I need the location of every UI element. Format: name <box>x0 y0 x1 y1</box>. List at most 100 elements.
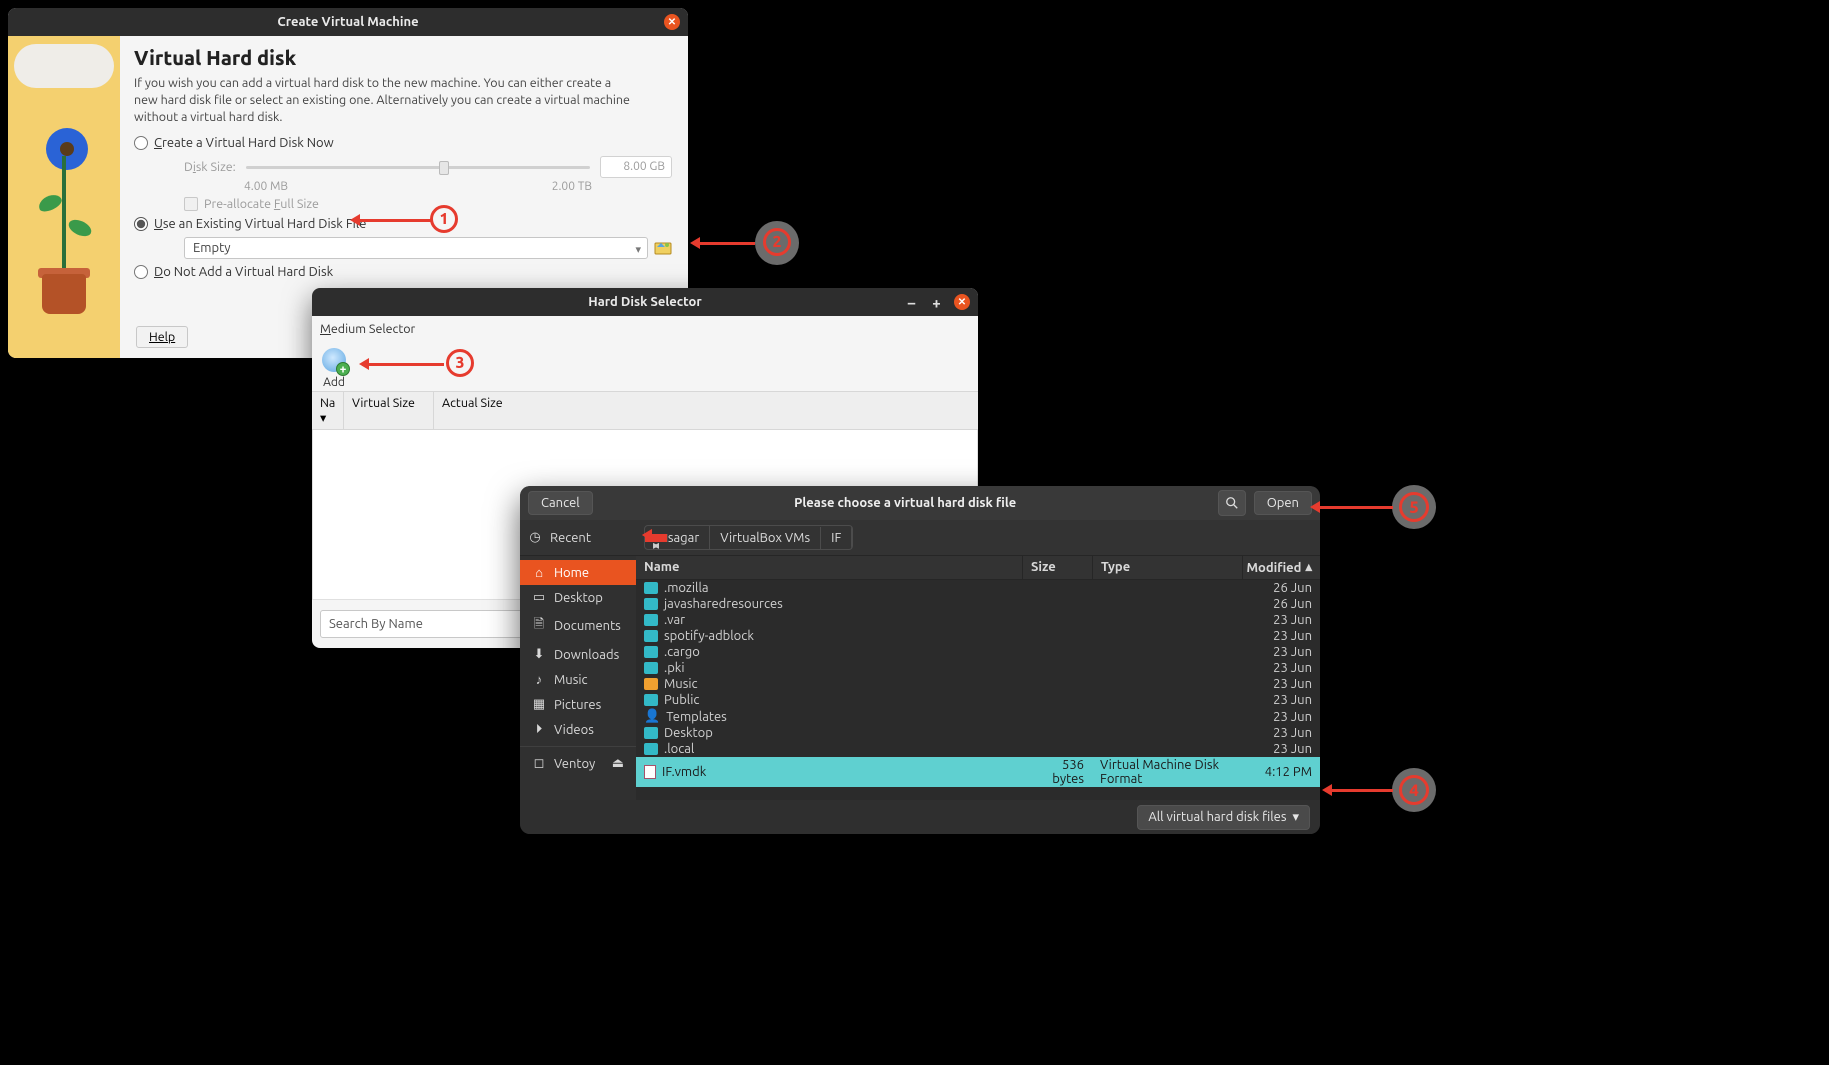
minimize-icon[interactable]: – <box>904 295 919 310</box>
col-type[interactable]: Type <box>1092 556 1242 579</box>
file-row[interactable]: 👤 Templates 23 Jun <box>636 708 1320 725</box>
file-row[interactable]: Music23 Jun <box>636 676 1320 692</box>
file-row[interactable]: javasharedresources26 Jun <box>636 596 1320 612</box>
file-row[interactable]: .var 23 Jun <box>636 612 1320 628</box>
sidebar-item-home[interactable]: ⌂Home <box>520 560 636 585</box>
win3-body: ⌂Home ▭Desktop 🗎Documents ⬇Downloads ♪Mu… <box>520 556 1320 800</box>
col-size[interactable]: Size <box>1022 556 1092 579</box>
file-row[interactable]: .pki 23 Jun <box>636 660 1320 676</box>
radio-use-existing-input[interactable] <box>134 217 148 231</box>
breadcrumb-vbox[interactable]: VirtualBox VMs <box>710 527 821 549</box>
radio-create-now[interactable]: Create a Virtual Hard Disk Now <box>134 136 672 150</box>
recent-label: Recent <box>550 531 591 545</box>
file-modified: 23 Jun <box>1242 628 1320 644</box>
file-modified: 23 Jun <box>1242 660 1320 676</box>
annotation-arrow-4 <box>1325 789 1393 792</box>
radio-create-now-input[interactable] <box>134 136 148 150</box>
file-type <box>1092 732 1242 734</box>
close-icon[interactable]: ✕ <box>954 294 970 310</box>
breadcrumb-if[interactable]: IF <box>821 527 852 549</box>
sidebar-item-recent[interactable]: ◷ Recent <box>528 530 591 545</box>
radio-no-disk-input[interactable] <box>134 265 148 279</box>
win2-toolbar: + Add <box>312 342 978 391</box>
file-row[interactable]: Desktop23 Jun <box>636 725 1320 741</box>
file-name: .local <box>664 742 694 756</box>
file-modified: 23 Jun <box>1242 709 1320 725</box>
file-list-header: Name Size Type Modified▴ <box>636 556 1320 580</box>
file-row[interactable]: IF.vmdk536 bytesVirtual Machine Disk For… <box>636 757 1320 787</box>
drive-icon: ◻ <box>532 756 546 771</box>
win3-footer: All virtual hard disk files ▾ <box>520 800 1320 834</box>
file-type <box>1092 587 1242 589</box>
file-filter-combo[interactable]: All virtual hard disk files ▾ <box>1137 805 1310 830</box>
radio-no-disk[interactable]: Do Not Add a Virtual Hard Disk <box>134 265 672 279</box>
file-rows[interactable]: .mozilla26 Junjavasharedresources26 Jun.… <box>636 580 1320 800</box>
file-name: .cargo <box>664 645 700 659</box>
folder-icon <box>644 694 658 706</box>
sidebar-item-ventoy[interactable]: ◻Ventoy⏏ <box>520 751 636 776</box>
sidebar-item-downloads[interactable]: ⬇Downloads <box>520 642 636 667</box>
home-icon: ⌂ <box>532 565 546 580</box>
file-type <box>1092 716 1242 718</box>
file-row[interactable]: spotify-adblock23 Jun <box>636 628 1320 644</box>
file-modified: 4:12 PM <box>1242 764 1320 780</box>
col-name[interactable]: Na ▾ <box>312 392 344 429</box>
file-type <box>1092 683 1242 685</box>
maximize-icon[interactable]: + <box>929 295 944 310</box>
file-size <box>1022 667 1092 669</box>
file-size <box>1022 603 1092 605</box>
col-virtual-size[interactable]: Virtual Size <box>344 392 434 429</box>
folder-icon <box>644 598 658 610</box>
file-row[interactable]: .local23 Jun <box>636 741 1320 757</box>
file-row[interactable]: .mozilla26 Jun <box>636 580 1320 596</box>
search-button[interactable] <box>1218 490 1246 516</box>
documents-icon: 🗎 <box>532 615 546 637</box>
file-modified: 23 Jun <box>1242 725 1320 741</box>
file-size <box>1022 683 1092 685</box>
col-name[interactable]: Name <box>636 556 1022 579</box>
win2-titlebar[interactable]: Hard Disk Selector – + ✕ <box>312 288 978 316</box>
sidebar-item-desktop[interactable]: ▭Desktop <box>520 585 636 610</box>
file-row[interactable]: Public23 Jun <box>636 692 1320 708</box>
disk-size-slider <box>246 158 590 176</box>
folder-icon <box>644 743 658 755</box>
breadcrumb-forward-button[interactable]: ▸ <box>645 534 668 542</box>
file-type <box>1092 619 1242 621</box>
close-icon[interactable]: ✕ <box>664 14 680 30</box>
search-by-name-combo[interactable]: Search By Name ▾ <box>320 610 536 638</box>
preallocate-label: Pre-allocate Full Size <box>204 197 319 211</box>
search-by-name-label: Search By Name <box>329 617 423 631</box>
annotation-badge-3: 3 <box>446 349 474 377</box>
sidebar-item-music[interactable]: ♪Music <box>520 667 636 692</box>
file-name: .pki <box>664 661 685 675</box>
cancel-button[interactable]: Cancel <box>528 491 593 515</box>
sidebar-item-videos[interactable]: ⏵Videos <box>520 717 636 742</box>
sidebar-item-pictures[interactable]: ▦Pictures <box>520 692 636 717</box>
file-size <box>1022 619 1092 621</box>
file-chooser-window: Cancel Please choose a virtual hard disk… <box>520 486 1320 834</box>
eject-icon[interactable]: ⏏ <box>612 756 624 771</box>
file-size <box>1022 651 1092 653</box>
existing-disk-combo[interactable]: Empty ▾ <box>184 237 648 259</box>
file-row[interactable]: .cargo23 Jun <box>636 644 1320 660</box>
desktop-icon: ▭ <box>532 590 546 605</box>
places-sidebar: ⌂Home ▭Desktop 🗎Documents ⬇Downloads ♪Mu… <box>520 556 636 800</box>
annotation-badge-4: 4 <box>1399 775 1429 805</box>
search-row: Search By Name ▾ <box>320 610 536 638</box>
sidebar-item-documents[interactable]: 🗎Documents <box>520 610 636 642</box>
annotation-badge-2: 2 <box>763 228 791 256</box>
file-modified: 23 Jun <box>1242 612 1320 628</box>
col-modified[interactable]: Modified▴ <box>1242 556 1320 579</box>
choose-disk-file-button[interactable] <box>654 239 672 257</box>
range-max: 2.00 TB <box>552 180 592 193</box>
add-disk-button[interactable]: + Add <box>320 346 348 389</box>
file-name: .var <box>664 613 685 627</box>
chevron-down-icon: ▾ <box>635 243 641 256</box>
file-name: Templates <box>666 710 727 724</box>
templates-icon: 👤 <box>644 709 660 724</box>
range-min: 4.00 MB <box>244 180 288 193</box>
win1-titlebar[interactable]: Create Virtual Machine ✕ <box>8 8 688 36</box>
videos-icon: ⏵ <box>532 722 546 737</box>
help-button[interactable]: Help <box>136 326 188 348</box>
col-actual-size[interactable]: Actual Size <box>434 392 978 429</box>
